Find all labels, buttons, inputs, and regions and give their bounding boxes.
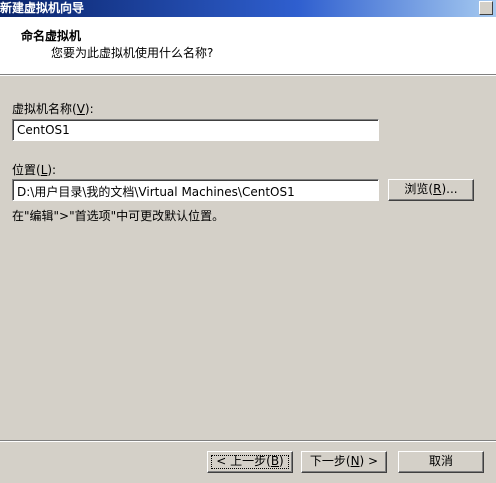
location-input[interactable]: D:\用户目录\我的文档\Virtual Machines\CentOS1	[12, 179, 379, 201]
header-divider	[0, 75, 496, 76]
page-title: 命名虚拟机	[21, 29, 82, 43]
back-button[interactable]: < 上一步(B)	[207, 451, 293, 473]
footer-divider-highlight	[0, 441, 496, 442]
window-title: 新建虚拟机向导	[0, 1, 85, 15]
cancel-button[interactable]: 取消	[398, 451, 484, 473]
location-hint: 在"编辑">"首选项"中可更改默认位置。	[12, 209, 225, 223]
title-bar: 新建虚拟机向导	[0, 0, 496, 17]
browse-button[interactable]: 浏览(R)...	[388, 179, 474, 201]
next-button[interactable]: 下一步(N) >	[301, 451, 387, 473]
close-button[interactable]	[479, 1, 493, 15]
focus-rect	[211, 455, 289, 469]
vm-name-label: 虚拟机名称(V):	[12, 102, 94, 116]
wizard-header: 命名虚拟机 您要为此虚拟机使用什么名称?	[0, 17, 496, 75]
location-label: 位置(L):	[12, 163, 57, 177]
page-subtitle: 您要为此虚拟机使用什么名称?	[51, 46, 214, 60]
vm-name-input[interactable]: CentOS1	[12, 119, 379, 141]
